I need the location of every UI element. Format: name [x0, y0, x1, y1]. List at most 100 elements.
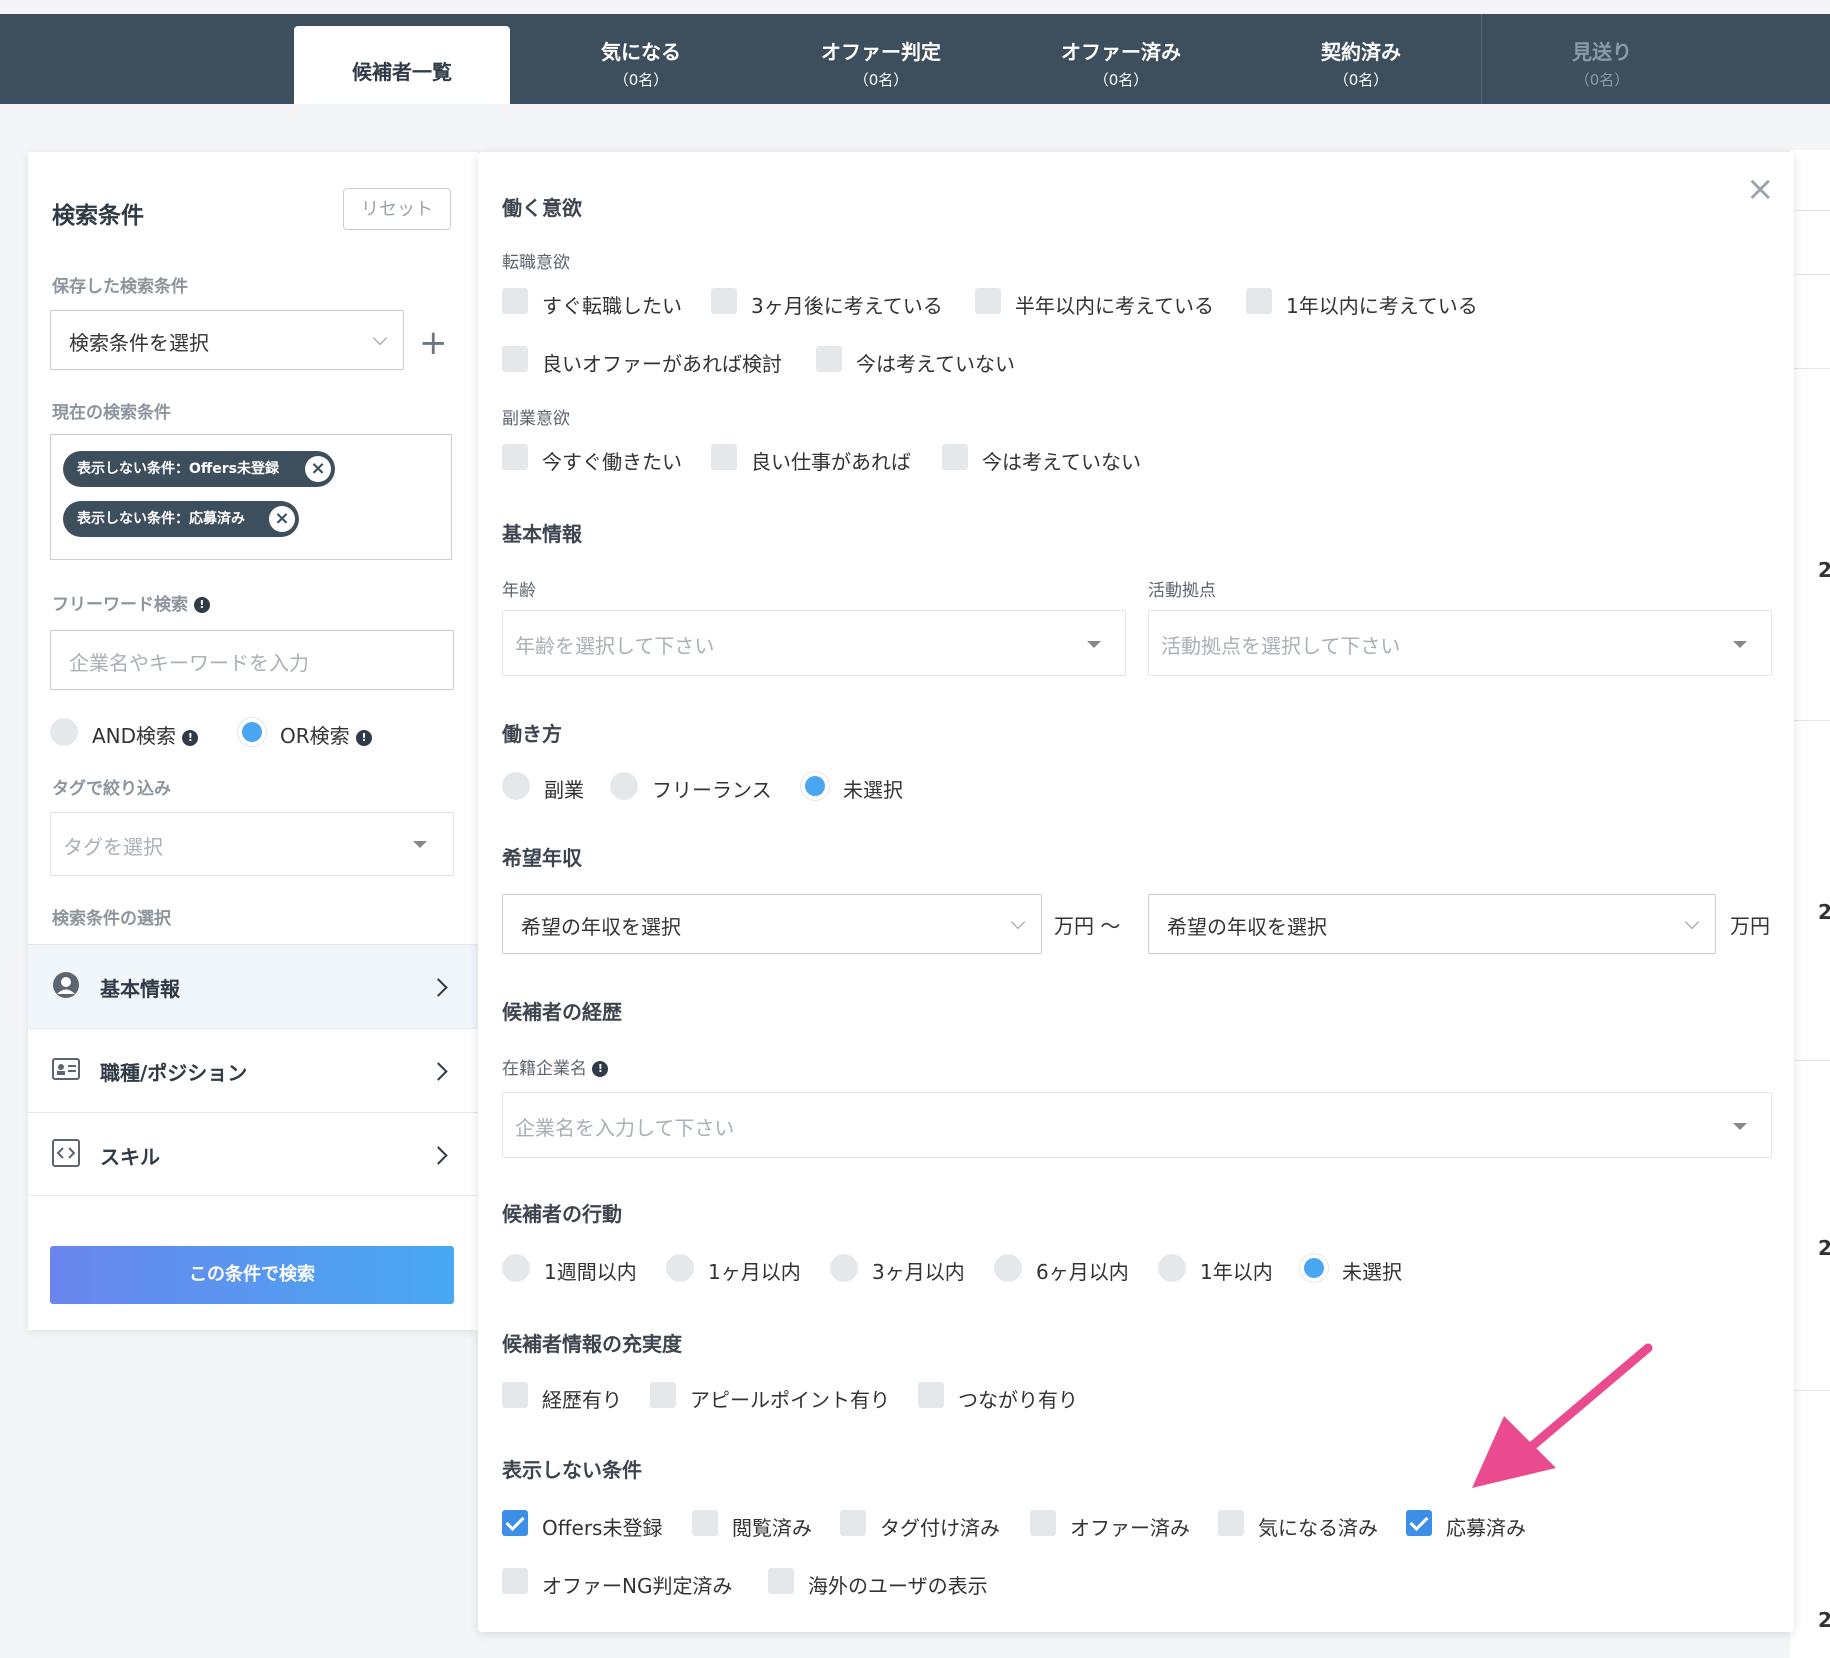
radio[interactable] [666, 1254, 694, 1282]
section-title-basic: 基本情報 [502, 522, 582, 546]
menu-item-position[interactable]: 職種/ポジション [28, 1028, 478, 1112]
close-icon[interactable]: × [1746, 172, 1775, 206]
info-icon: ! [182, 729, 199, 746]
or-search-radio[interactable] [238, 718, 266, 746]
search-sidebar: 検索条件 リセット 保存した検索条件 検索条件を選択 + 現在の検索条件 表示し… [28, 152, 478, 1330]
select-value: 希望の年収を選択 [1167, 915, 1327, 939]
checkbox[interactable] [918, 1382, 944, 1408]
checkbox[interactable] [650, 1382, 676, 1408]
checkbox-checked[interactable] [1406, 1510, 1432, 1536]
checkbox-label: 今すぐ働きたい [542, 450, 682, 474]
checkbox[interactable] [768, 1568, 794, 1594]
search-submit-button[interactable]: この条件で検索 [50, 1246, 454, 1304]
row-value: 2 [1818, 1608, 1830, 1632]
checkbox[interactable] [502, 444, 528, 470]
radio-label: 3ヶ月以内 [872, 1260, 965, 1284]
checkbox[interactable] [942, 444, 968, 470]
checkbox[interactable] [502, 1382, 528, 1408]
radio-selected[interactable] [801, 772, 829, 800]
checkbox[interactable] [692, 1510, 718, 1536]
chip-label: 表示しない条件：応募済み [77, 511, 245, 527]
radio-label: 未選択 [1342, 1260, 1402, 1284]
radio[interactable] [502, 772, 530, 800]
location-label: 活動拠点 [1148, 581, 1216, 601]
section-title-hide: 表示しない条件 [502, 1458, 642, 1482]
menu-label: 基本情報 [100, 977, 180, 1001]
company-select[interactable]: 企業名を入力して下さい [502, 1092, 1772, 1158]
close-icon[interactable]: × [305, 456, 331, 482]
radio-selected[interactable] [1300, 1254, 1328, 1282]
chevron-down-icon [1010, 914, 1026, 930]
income-unit-mid: 万円 〜 [1054, 914, 1121, 938]
location-placeholder: 活動拠点を選択して下さい [1161, 634, 1401, 658]
radio[interactable] [502, 1254, 530, 1282]
checkbox[interactable] [1030, 1510, 1056, 1536]
section-title-fullness: 候補者情報の充実度 [502, 1332, 682, 1356]
tab-offer-judgement[interactable]: オファー判定 （0名） [761, 14, 1001, 104]
checkbox-label: 今は考えていない [856, 352, 1015, 376]
tab-contracted[interactable]: 契約済み （0名） [1241, 14, 1481, 104]
menu-item-basic-info[interactable]: 基本情報 [28, 944, 478, 1028]
radio[interactable] [830, 1254, 858, 1282]
checkbox-label: 1年以内に考えている [1286, 294, 1478, 318]
menu-label: 職種/ポジション [100, 1061, 248, 1085]
freeword-input[interactable]: 企業名やキーワードを入力 [50, 630, 454, 690]
id-card-icon [52, 1058, 80, 1080]
select-value: 希望の年収を選択 [521, 915, 681, 939]
checkbox[interactable] [502, 1568, 528, 1594]
checkbox[interactable] [1246, 288, 1272, 314]
checkbox-label: 気になる済み [1258, 1516, 1378, 1540]
radio[interactable] [610, 772, 638, 800]
and-search-radio[interactable] [50, 718, 78, 746]
checkbox[interactable] [840, 1510, 866, 1536]
income-max-select[interactable]: 希望の年収を選択 [1148, 894, 1716, 954]
menu-item-skill[interactable]: スキル [28, 1112, 478, 1196]
tab-count: （0名） [853, 71, 909, 89]
background-candidate-list: 2 2 2 2 [1790, 150, 1830, 1658]
tab-offered[interactable]: オファー済み （0名） [1001, 14, 1241, 104]
radio[interactable] [994, 1254, 1022, 1282]
row-divider [1790, 1060, 1830, 1061]
chevron-right-icon [429, 978, 448, 997]
tab-count: （0名） [1333, 71, 1389, 89]
current-conditions-box: 表示しない条件：Offers未登録 × 表示しない条件：応募済み × [50, 434, 452, 560]
company-label-text: 在籍企業名 [502, 1059, 587, 1079]
close-icon[interactable]: × [269, 506, 295, 532]
radio[interactable] [1158, 1254, 1186, 1282]
location-select[interactable]: 活動拠点を選択して下さい [1148, 610, 1772, 676]
checkbox[interactable] [816, 346, 842, 372]
row-divider [1790, 1390, 1830, 1391]
tab-passed[interactable]: 見送り （0名） [1482, 14, 1722, 104]
radio-label: 1週間以内 [544, 1260, 637, 1284]
select-value: 検索条件を選択 [69, 331, 209, 355]
tag-placeholder: タグを選択 [63, 835, 163, 859]
radio-label: 1年以内 [1200, 1260, 1273, 1284]
tab-interested[interactable]: 気になる （0名） [521, 14, 761, 104]
add-condition-icon[interactable]: + [419, 326, 448, 360]
info-icon: ! [193, 597, 210, 613]
checkbox[interactable] [502, 288, 528, 314]
income-min-select[interactable]: 希望の年収を選択 [502, 894, 1042, 954]
radio-label: 6ヶ月以内 [1036, 1260, 1129, 1284]
checkbox[interactable] [711, 444, 737, 470]
checkbox[interactable] [502, 346, 528, 372]
checkbox[interactable] [975, 288, 1001, 314]
company-label: 在籍企業名 ! [502, 1054, 609, 1079]
radio-label: 未選択 [843, 778, 903, 802]
checkbox-label: 良い仕事があれば [751, 450, 911, 474]
checkbox-checked[interactable] [502, 1510, 528, 1536]
checkbox[interactable] [711, 288, 737, 314]
freeword-label-text: フリーワード検索 [52, 595, 188, 615]
tab-label: 気になる [601, 40, 681, 64]
tab-candidate-list[interactable]: 候補者一覧 [294, 26, 510, 104]
tag-select[interactable]: タグを選択 [50, 812, 454, 876]
row-divider [1790, 720, 1830, 721]
checkbox-label: 良いオファーがあれば検討 [542, 352, 782, 376]
row-divider [1790, 368, 1830, 369]
age-select[interactable]: 年齢を選択して下さい [502, 610, 1126, 676]
checkbox[interactable] [1218, 1510, 1244, 1536]
saved-conditions-select[interactable]: 検索条件を選択 [50, 310, 404, 370]
tab-label: 候補者一覧 [352, 60, 452, 84]
reset-button[interactable]: リセット [343, 188, 451, 230]
caret-down-icon [1733, 1123, 1747, 1130]
